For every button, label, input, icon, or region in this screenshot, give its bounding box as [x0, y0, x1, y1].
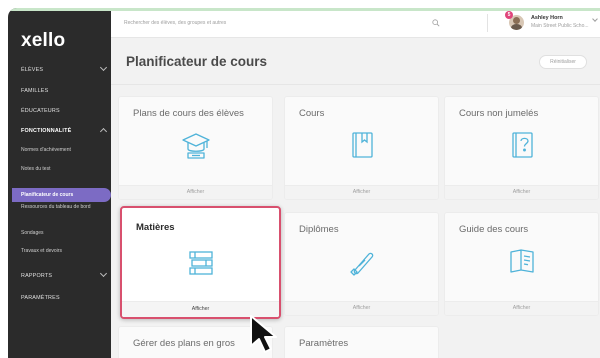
sidebar-item-eleves[interactable]: ÉLÈVES — [21, 67, 43, 73]
card-cours-non-jumeles[interactable]: Cours non jumelés Afficher — [444, 96, 599, 200]
page-title: Planificateur de cours — [126, 54, 268, 69]
card-title: Diplômes — [299, 224, 339, 235]
user-school: Main Street Public Scho... — [531, 23, 589, 29]
sidebar-item-familles[interactable]: FAMILLES — [21, 88, 48, 94]
card-title: Guide des cours — [459, 224, 529, 235]
graduation-cap-icon — [182, 133, 210, 159]
user-name[interactable]: Ashley Horn — [531, 15, 563, 21]
sidebar-subitem-normes[interactable]: Normes d'achèvement — [21, 147, 71, 154]
view-button[interactable]: Afficher — [119, 185, 272, 199]
sidebar-subitem-planificateur[interactable]: Planificateur de cours — [12, 188, 111, 202]
sidebar-subitem-ressources[interactable]: Ressources du tableau de bord — [21, 204, 107, 211]
sidebar-subitem-sondages[interactable]: Sondages — [21, 230, 44, 237]
view-button[interactable]: Afficher — [445, 301, 598, 315]
sidebar-item-educateurs[interactable]: ÉDUCATEURS — [21, 108, 60, 114]
sidebar-subitem-notes[interactable]: Notes du test — [21, 166, 50, 173]
app-window: xello ÉLÈVES FAMILLES ÉDUCATEURS FONCTIO… — [8, 8, 600, 358]
search-input[interactable]: Rechercher des élèves, des groupes et au… — [124, 20, 226, 26]
card-title: Matières — [136, 222, 175, 233]
card-title: Cours — [299, 108, 325, 119]
sidebar-item-parametres[interactable]: PARAMÈTRES — [21, 295, 60, 301]
mouse-cursor-icon — [250, 315, 277, 353]
chevron-up-icon[interactable] — [99, 127, 108, 136]
sidebar-subitem-travaux[interactable]: Travaux et devoirs — [21, 248, 62, 255]
sidebar: xello ÉLÈVES FAMILLES ÉDUCATEURS FONCTIO… — [8, 8, 111, 358]
diploma-scroll-icon — [350, 252, 374, 276]
card-cours[interactable]: Cours Afficher — [284, 96, 439, 200]
card-guide-des-cours[interactable]: Guide des cours Afficher — [444, 212, 599, 316]
xello-logo[interactable]: xello — [21, 30, 65, 52]
chevron-down-icon[interactable] — [99, 269, 108, 278]
view-button[interactable]: Afficher — [285, 301, 438, 315]
avatar-body — [511, 24, 522, 30]
top-bar: Rechercher des élèves, des groupes et au… — [111, 8, 600, 38]
book-icon — [352, 132, 373, 158]
search-icon[interactable] — [432, 19, 440, 27]
chevron-down-icon[interactable] — [592, 16, 598, 22]
sidebar-item-fonctionnalite[interactable]: FONCTIONNALITÉ — [21, 128, 71, 134]
card-parametres[interactable]: Paramètres — [284, 326, 439, 358]
top-accent-line — [8, 8, 600, 11]
sidebar-item-rapports[interactable]: RAPPORTS — [21, 273, 52, 279]
card-plans-de-cours[interactable]: Plans de cours des élèves Afficher — [118, 96, 273, 200]
avatar-head — [513, 17, 520, 24]
card-title: Gérer des plans en gros — [133, 338, 235, 349]
divider — [111, 84, 600, 85]
view-button[interactable]: Afficher — [445, 185, 598, 199]
question-book-icon — [512, 132, 533, 158]
notification-badge: 5 — [505, 11, 513, 19]
card-title: Cours non jumelés — [459, 108, 539, 119]
view-button[interactable]: Afficher — [285, 185, 438, 199]
course-guide-icon — [510, 249, 534, 273]
chevron-down-icon[interactable] — [99, 63, 108, 72]
stacked-books-icon — [189, 251, 213, 275]
card-matieres[interactable]: Matières Afficher — [120, 206, 281, 319]
divider — [487, 14, 488, 32]
sidebar-subitem-label: Planificateur de cours — [21, 192, 74, 198]
card-title: Paramètres — [299, 338, 349, 349]
reset-button[interactable]: Réinitialiser — [539, 55, 587, 69]
card-diplomes[interactable]: Diplômes Afficher — [284, 212, 439, 316]
card-title: Plans de cours des élèves — [133, 108, 244, 119]
